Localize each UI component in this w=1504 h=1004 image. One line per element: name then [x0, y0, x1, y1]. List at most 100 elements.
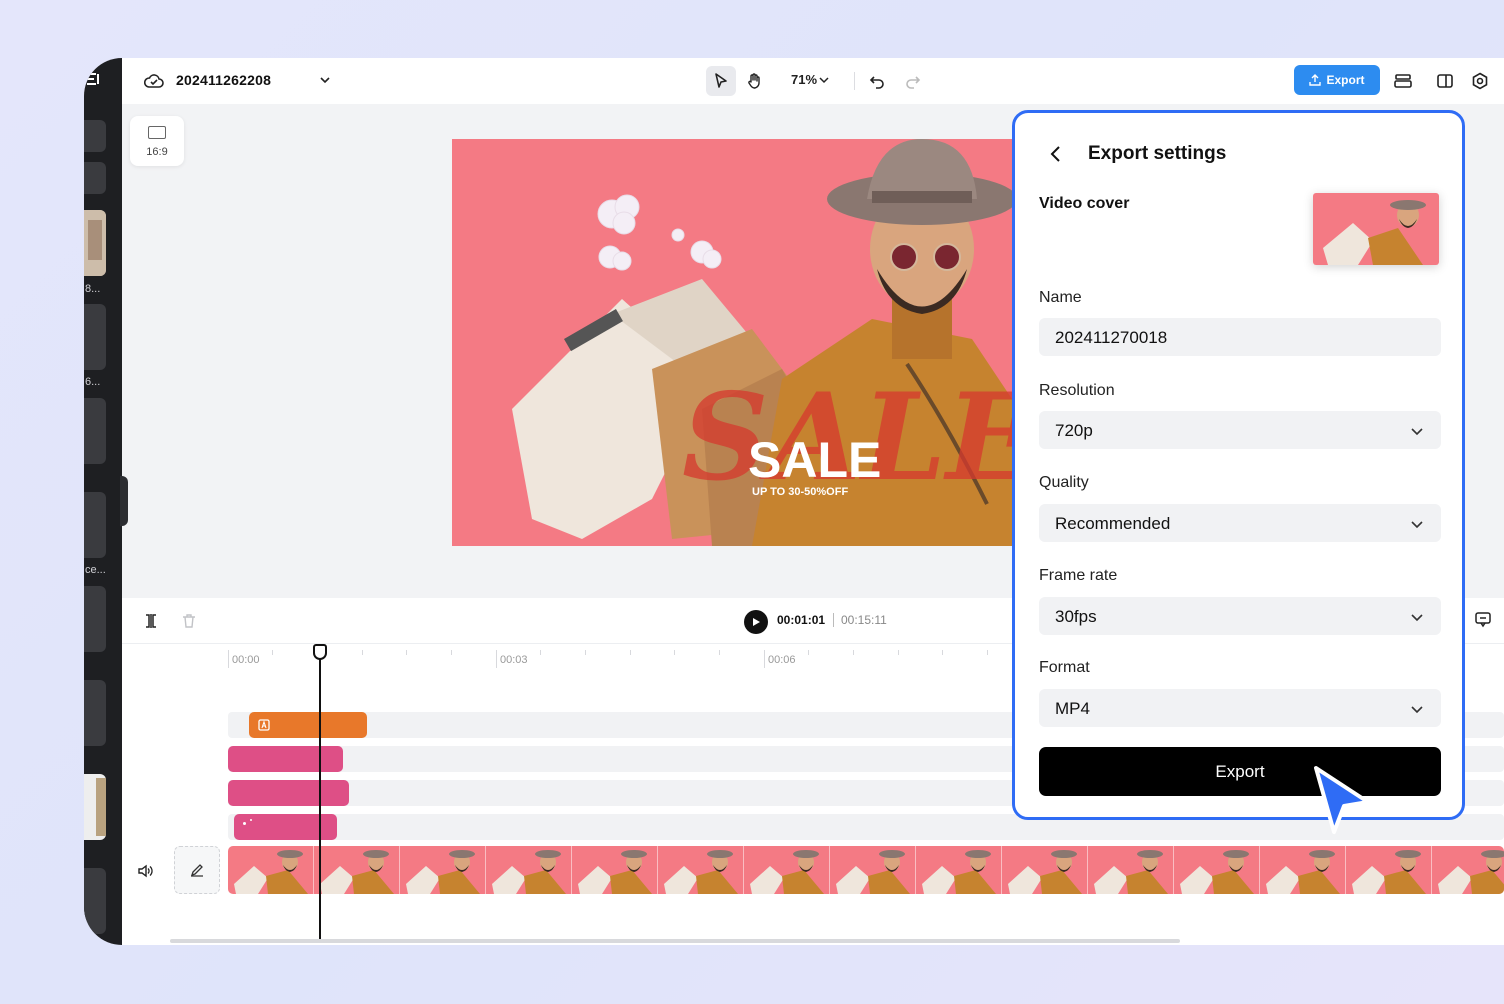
media-thumbnail[interactable]: [84, 210, 106, 276]
name-value: 202411270018: [1055, 328, 1168, 347]
chevron-down-icon: [1411, 428, 1423, 436]
aspect-ratio-icon: [148, 126, 166, 139]
pointer-icon: [715, 73, 727, 88]
format-select[interactable]: MP4: [1039, 689, 1441, 727]
text-clip-icon: [258, 719, 270, 731]
chevron-down-icon[interactable]: [318, 73, 332, 87]
chevron-down-icon[interactable]: [818, 73, 830, 85]
split-icon[interactable]: [142, 612, 160, 630]
video-preview[interactable]: SALE SALE UP TO 30-50%OFF: [452, 139, 1012, 546]
volume-icon[interactable]: [136, 862, 154, 880]
filmstrip-frame: [744, 846, 830, 894]
upload-icon: [1309, 74, 1322, 86]
back-arrow-icon[interactable]: [1045, 143, 1067, 165]
framerate-select[interactable]: 30fps: [1039, 597, 1441, 635]
rail-item[interactable]: [84, 492, 106, 558]
sale-subline-text: UP TO 30-50%OFF: [752, 486, 848, 498]
quality-label: Quality: [1039, 474, 1089, 491]
name-label: Name: [1039, 289, 1082, 306]
select-tool-button[interactable]: [706, 66, 736, 96]
mouse-cursor-icon: [1310, 762, 1374, 838]
play-button[interactable]: [744, 610, 768, 634]
rail-item[interactable]: [84, 398, 106, 464]
video-cover-thumbnail[interactable]: [1313, 193, 1439, 265]
split-panel-icon[interactable]: [1434, 70, 1456, 92]
sticker-clip[interactable]: [228, 746, 343, 772]
play-icon: [753, 618, 760, 626]
chevron-down-icon: [1411, 706, 1423, 714]
video-cover-label: Video cover: [1039, 195, 1130, 212]
framerate-value: 30fps: [1055, 607, 1097, 626]
edit-cover-button[interactable]: [174, 846, 220, 894]
playhead-handle[interactable]: [313, 644, 327, 660]
filmstrip-frame: [400, 846, 486, 894]
timeline-scrollbar[interactable]: [170, 939, 1180, 943]
name-input[interactable]: 202411270018: [1039, 318, 1441, 356]
format-label: Format: [1039, 659, 1090, 676]
filmstrip-frame: [916, 846, 1002, 894]
ruler-tick: [496, 650, 497, 668]
export-confirm-button[interactable]: Export: [1039, 747, 1441, 796]
quality-select[interactable]: Recommended: [1039, 504, 1441, 542]
filmstrip-frame: [1346, 846, 1432, 894]
rail-item[interactable]: [84, 868, 106, 934]
rail-item[interactable]: [84, 162, 106, 194]
resolution-label: Resolution: [1039, 382, 1115, 399]
ruler-label: 00:03: [500, 654, 528, 666]
undo-icon: [869, 76, 884, 89]
aspect-ratio-label: 16:9: [146, 146, 168, 158]
video-clip-filmstrip[interactable]: [228, 846, 1504, 894]
filmstrip-frame: [1260, 846, 1346, 894]
app-logo-icon: [86, 72, 102, 86]
rail-item[interactable]: [84, 586, 106, 652]
top-toolbar: 202411262208 71% Export: [122, 58, 1504, 104]
delete-icon[interactable]: [180, 612, 198, 630]
time-separator: [833, 613, 834, 627]
text-clip[interactable]: [249, 712, 367, 738]
total-time: 00:15:11: [841, 613, 887, 627]
layers-icon[interactable]: [1392, 70, 1414, 92]
effect-clip[interactable]: [234, 814, 337, 840]
format-value: MP4: [1055, 699, 1090, 718]
resolution-select[interactable]: 720p: [1039, 411, 1441, 449]
left-rail: 8... 6... ce...: [84, 58, 122, 945]
cloud-sync-icon[interactable]: [143, 72, 164, 90]
panel-title: Export settings: [1088, 143, 1227, 164]
filmstrip-frame: [1088, 846, 1174, 894]
export-button[interactable]: Export: [1294, 65, 1380, 95]
quality-value: Recommended: [1055, 514, 1171, 533]
undo-button[interactable]: [862, 66, 892, 96]
project-title[interactable]: 202411262208: [176, 72, 271, 88]
rail-label: ce...: [85, 564, 106, 576]
hand-tool-button[interactable]: [740, 66, 770, 96]
redo-button[interactable]: [898, 66, 928, 96]
playhead[interactable]: [319, 644, 321, 939]
comment-icon[interactable]: [1474, 610, 1492, 628]
resolution-value: 720p: [1055, 421, 1093, 440]
ruler-label: 00:06: [768, 654, 796, 666]
chevron-down-icon: [1411, 521, 1423, 529]
filmstrip-frame: [314, 846, 400, 894]
framerate-label: Frame rate: [1039, 567, 1118, 584]
rail-item[interactable]: [84, 304, 106, 370]
current-time: 00:01:01: [777, 613, 826, 627]
sticker-clip[interactable]: [228, 780, 349, 806]
media-thumbnail[interactable]: [84, 774, 106, 840]
redo-icon: [906, 76, 921, 89]
ruler-tick: [228, 650, 229, 668]
ruler-tick: [764, 650, 765, 668]
rail-collapse-handle[interactable]: [120, 476, 128, 526]
filmstrip-frame: [830, 846, 916, 894]
filmstrip-frame: [658, 846, 744, 894]
aspect-ratio-button[interactable]: 16:9: [130, 116, 184, 166]
rail-item[interactable]: [84, 120, 106, 152]
pencil-icon: [190, 864, 203, 877]
export-button-label: Export: [1326, 73, 1365, 87]
settings-icon[interactable]: [1469, 70, 1491, 92]
rail-item[interactable]: [84, 680, 106, 746]
hand-icon: [748, 73, 760, 89]
zoom-level[interactable]: 71%: [791, 72, 817, 87]
chevron-down-icon: [1411, 614, 1423, 622]
export-settings-panel: Export settings Video cover Name 2024112…: [1012, 110, 1465, 820]
filmstrip-frame: [486, 846, 572, 894]
